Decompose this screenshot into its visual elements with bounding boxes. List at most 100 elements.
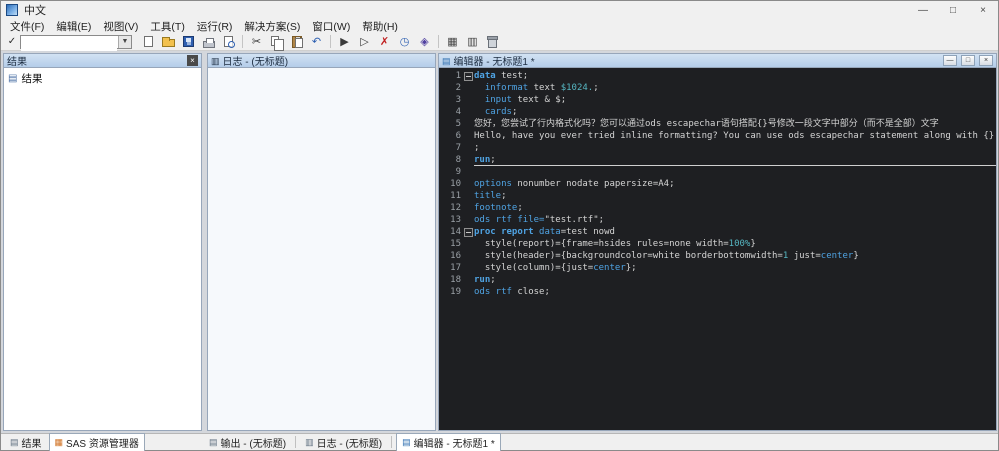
- code-line[interactable]: 18 run;: [439, 274, 996, 286]
- code-line[interactable]: 6 Hello, have you ever tried inline forma…: [439, 130, 996, 142]
- tab-sas-explorer[interactable]: ▦ SAS 资源管理器: [48, 432, 145, 451]
- line-number: 11: [450, 191, 461, 201]
- print-button[interactable]: [199, 33, 218, 50]
- code-line[interactable]: 5 您好，您尝试了行内格式化吗？您可以通过ods escapechar语句搭配{}…: [439, 118, 996, 130]
- code-line[interactable]: 11 title;: [439, 190, 996, 202]
- editor-minimize-button[interactable]: —: [943, 55, 957, 66]
- toolbar: ✓ ▼ ✂ ↶ ▶ ▷ ✗ ◷ ◈ ▦ ▥: [1, 33, 998, 52]
- minimize-button[interactable]: —: [908, 1, 938, 19]
- code-line[interactable]: 12 footnote;: [439, 202, 996, 214]
- code-line[interactable]: 16 style(header)={backgroundcolor=white …: [439, 250, 996, 262]
- check-icon[interactable]: ✓: [5, 36, 19, 47]
- code-text: ods rtf file="test.rtf";: [474, 215, 605, 225]
- left-tab-group: ▤ 结果 ▦ SAS 资源管理器: [1, 432, 204, 451]
- tab-editor[interactable]: ▤ 编辑器 - 无标题1 *: [396, 432, 501, 451]
- menu-item[interactable]: 运行(R): [191, 19, 239, 33]
- menu-item[interactable]: 帮助(H): [356, 19, 404, 33]
- editor-icon: ▤: [442, 55, 451, 66]
- line-number: 14: [450, 227, 461, 237]
- copy-button[interactable]: [267, 33, 286, 51]
- tab-results-bottom[interactable]: ▤ 结果: [5, 434, 47, 451]
- submit-selection-button[interactable]: ▷: [355, 33, 374, 50]
- results-close-icon[interactable]: ×: [187, 55, 198, 66]
- code-text: proc report data=test nowd: [474, 227, 615, 237]
- log-panel: ▥ 日志 - (无标题): [207, 53, 436, 431]
- print-preview-button[interactable]: [219, 33, 238, 50]
- paste-button[interactable]: [287, 33, 306, 50]
- code-line[interactable]: 15 style(report)={frame=hsides rules=non…: [439, 238, 996, 250]
- fold-marker-icon[interactable]: [463, 70, 474, 82]
- tab-output[interactable]: ▤ 输出 - (无标题): [204, 434, 291, 451]
- new-file-button[interactable]: [139, 33, 158, 50]
- tab-separator: [295, 436, 297, 448]
- close-button[interactable]: ×: [968, 1, 998, 19]
- menu-item[interactable]: 视图(V): [97, 19, 144, 33]
- log-panel-title: 日志 - (无标题): [222, 57, 289, 68]
- code-line[interactable]: 4 cards;: [439, 106, 996, 118]
- code-line[interactable]: 17 style(column)={just=center};: [439, 262, 996, 274]
- tab-label: 结果: [21, 438, 42, 450]
- code-line[interactable]: 9: [439, 166, 996, 178]
- delete-button[interactable]: [483, 33, 502, 50]
- code-line[interactable]: 2 informat text $1024.;: [439, 82, 996, 94]
- code-line[interactable]: 10 options nonumber nodate papersize=A4;: [439, 178, 996, 190]
- code-line[interactable]: 19 ods rtf close;: [439, 286, 996, 298]
- menu-item[interactable]: 工具(T): [144, 19, 190, 33]
- fold-marker-icon[interactable]: [463, 226, 474, 238]
- code-text: 您好，您尝试了行内格式化吗？您可以通过ods escapechar语句搭配{}号…: [474, 119, 939, 129]
- toolbar-separator: [438, 35, 439, 48]
- maximize-button[interactable]: □: [938, 1, 968, 19]
- submit-button[interactable]: ▶: [335, 33, 354, 50]
- line-number: 12: [450, 203, 461, 213]
- code-line[interactable]: 3 input text & $;: [439, 94, 996, 106]
- code-line[interactable]: 14 proc report data=test nowd: [439, 226, 996, 238]
- results-node-icon: ▤: [8, 73, 18, 84]
- menu-item[interactable]: 解决方案(S): [238, 19, 306, 33]
- save-button[interactable]: [179, 33, 198, 50]
- code-line[interactable]: 1 data test;: [439, 70, 996, 82]
- menu-item[interactable]: 编辑(E): [50, 19, 97, 33]
- log-panel-header: ▥ 日志 - (无标题): [208, 54, 435, 68]
- new-page-icon: [144, 36, 153, 47]
- task-status-button[interactable]: ◈: [415, 33, 434, 50]
- workspace-layout-button[interactable]: ▥: [463, 33, 482, 50]
- undo-button[interactable]: ↶: [307, 33, 326, 50]
- code-area[interactable]: 1 data test; 2 informat text $1024.; 3 inpu…: [439, 68, 996, 430]
- copy-pages-icon: [271, 35, 284, 51]
- tree-item-results[interactable]: ▤ 结果: [8, 71, 197, 86]
- code-line[interactable]: 8 run;: [439, 154, 996, 166]
- chevron-down-icon[interactable]: ▼: [118, 35, 131, 48]
- stop-button[interactable]: ✗: [375, 33, 394, 50]
- log-content[interactable]: [208, 68, 435, 430]
- code-text: run;: [474, 275, 496, 285]
- tab-page-icon: ▤: [402, 436, 411, 447]
- line-number: 1: [455, 71, 461, 81]
- code-line[interactable]: 7;: [439, 142, 996, 154]
- tab-label: 日志 - (无标题): [316, 438, 383, 450]
- toolbar-combobox[interactable]: ▼: [20, 34, 132, 52]
- line-number: 13: [450, 215, 461, 225]
- tab-label: 编辑器 - 无标题1 *: [413, 438, 495, 450]
- editor-close-button[interactable]: ×: [979, 55, 993, 66]
- window-layout-button[interactable]: ▦: [443, 33, 462, 50]
- schedule-button[interactable]: ◷: [395, 33, 414, 50]
- trash-icon: [487, 35, 498, 48]
- line-number: 17: [450, 263, 461, 273]
- code-line[interactable]: 13 ods rtf file="test.rtf";: [439, 214, 996, 226]
- menu-item[interactable]: 窗口(W): [306, 19, 356, 33]
- editor-restore-button[interactable]: □: [961, 55, 975, 66]
- open-button[interactable]: [159, 33, 178, 50]
- tab-log[interactable]: ▥ 日志 - (无标题): [300, 434, 387, 451]
- cut-button[interactable]: ✂: [247, 33, 266, 50]
- document-tab-group: ▤ 输出 - (无标题) ▥ 日志 - (无标题) ▤ 编辑器 - 无标题1 *: [204, 432, 501, 451]
- menu-item[interactable]: 文件(F): [4, 19, 50, 33]
- workspace: 结果 × ▤ 结果 ▥ 日志 - (无标题) ▤ 编辑器 - 无标题1 * — …: [1, 51, 998, 433]
